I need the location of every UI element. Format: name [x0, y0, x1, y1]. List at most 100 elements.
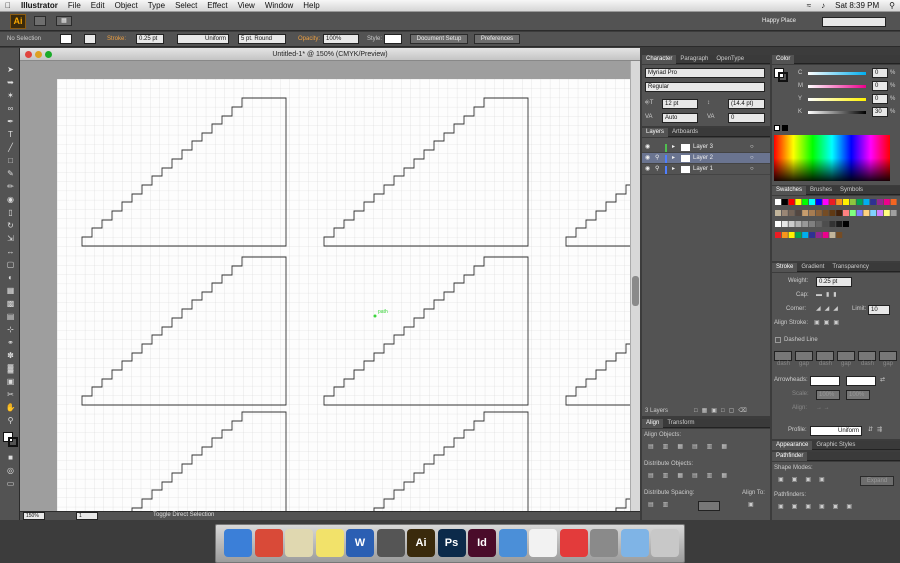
menu-type[interactable]: Type: [143, 1, 170, 10]
tab-swatches[interactable]: Swatches: [772, 186, 807, 195]
trash-icon[interactable]: [651, 529, 679, 557]
swatch[interactable]: [863, 210, 870, 216]
swatch[interactable]: [829, 221, 836, 227]
swatch[interactable]: [822, 232, 829, 238]
distribute-spacing-buttons[interactable]: ▤▥: [648, 500, 677, 510]
stroke-label[interactable]: Stroke:: [107, 34, 126, 44]
swatch[interactable]: [815, 232, 822, 238]
swatch[interactable]: [802, 221, 809, 227]
magenta-field[interactable]: 0: [872, 81, 888, 91]
tab-artboards[interactable]: Artboards: [668, 128, 702, 137]
illustrator-icon[interactable]: Ai: [407, 529, 435, 557]
lock-icon[interactable]: ⚲: [655, 153, 659, 164]
weight-field[interactable]: 0.25 pt: [816, 277, 852, 287]
hand-tool-icon[interactable]: ✋: [5, 403, 16, 412]
column-graph-icon[interactable]: ▓: [5, 364, 16, 373]
swatch[interactable]: [788, 199, 795, 205]
leading-field[interactable]: (14.4 pt): [728, 99, 765, 109]
target-circle-icon[interactable]: ○: [750, 142, 754, 153]
eyedropper-icon[interactable]: ⊹: [5, 325, 16, 334]
spotlight-icon[interactable]: ⚲: [884, 1, 900, 10]
rotate-tool-icon[interactable]: ↻: [5, 221, 16, 230]
swatch[interactable]: [890, 210, 897, 216]
font-size-field[interactable]: 12 pt: [662, 99, 698, 109]
cap-buttons[interactable]: ▬▮▮: [816, 290, 841, 300]
swatch[interactable]: [843, 199, 849, 205]
swatch[interactable]: [795, 199, 802, 205]
lasso-icon[interactable]: ∞: [5, 104, 16, 113]
volume-icon[interactable]: ♪: [816, 1, 830, 10]
swatch[interactable]: [877, 210, 883, 216]
swatch[interactable]: [775, 199, 781, 205]
profile-select[interactable]: Uniform: [810, 426, 862, 436]
swatch[interactable]: [788, 210, 795, 216]
spacing-value-field[interactable]: [698, 501, 720, 511]
presenter-icon[interactable]: [559, 529, 588, 557]
photo-booth-icon[interactable]: [376, 529, 405, 557]
layers-footer-icons[interactable]: □▦▣□▢⌫: [694, 406, 751, 416]
scroll-thumb[interactable]: [632, 276, 639, 306]
graphic-style-picker[interactable]: [384, 34, 402, 44]
swatch[interactable]: [781, 210, 788, 216]
perspective-grid-icon[interactable]: ▦: [5, 286, 16, 295]
tracking-field[interactable]: 0: [728, 113, 765, 123]
blend-tool-icon[interactable]: ⚭: [5, 338, 16, 347]
tab-character[interactable]: Character: [642, 55, 677, 64]
mesh-tool-icon[interactable]: ▩: [5, 299, 16, 308]
finder-icon[interactable]: [224, 529, 252, 557]
document-setup-button[interactable]: Document Setup: [410, 34, 468, 44]
start-scale-field[interactable]: 100%: [816, 390, 840, 400]
preview-icon[interactable]: [285, 529, 313, 557]
shape-mode-buttons[interactable]: ▣▣▣▣: [778, 475, 833, 485]
type-tool-icon[interactable]: T: [5, 130, 16, 139]
menu-effect[interactable]: Effect: [202, 1, 232, 10]
swatch[interactable]: [795, 232, 802, 238]
swatch[interactable]: [849, 210, 856, 216]
zoom-window-icon[interactable]: [45, 51, 52, 58]
tab-gradient[interactable]: Gradient: [797, 263, 828, 272]
utilities-icon[interactable]: [590, 529, 618, 557]
swatch[interactable]: [775, 221, 781, 227]
menu-select[interactable]: Select: [170, 1, 202, 10]
menu-edit[interactable]: Edit: [86, 1, 110, 10]
start-arrowhead-select[interactable]: [810, 376, 840, 386]
opacity-label[interactable]: Opacity:: [298, 34, 320, 44]
arrange-documents-icon[interactable]: ▦: [56, 16, 72, 26]
end-arrowhead-select[interactable]: [846, 376, 876, 386]
swatch-grid[interactable]: [772, 196, 900, 256]
black-slider[interactable]: [808, 111, 866, 114]
dashed-line-checkbox[interactable]: [775, 337, 781, 343]
direct-selection-icon[interactable]: ➥: [5, 78, 16, 87]
lock-icon[interactable]: ⚲: [655, 164, 659, 175]
swatch[interactable]: [809, 232, 815, 238]
fill-swatch[interactable]: [60, 34, 72, 44]
visibility-eye-icon[interactable]: ◉: [645, 153, 650, 164]
swatch[interactable]: [822, 210, 829, 216]
tab-align[interactable]: Align: [642, 419, 664, 428]
menu-help[interactable]: Help: [298, 1, 324, 10]
font-style-field[interactable]: Regular: [645, 82, 765, 92]
arrow-align-buttons[interactable]: → →: [816, 403, 830, 413]
artboard[interactable]: path: [57, 79, 630, 511]
stroke-color-icon[interactable]: [8, 437, 18, 447]
swatch[interactable]: [856, 210, 863, 216]
stroke-weight-field[interactable]: 0.25 pt: [136, 34, 164, 44]
swatch[interactable]: [836, 210, 843, 216]
kerning-field[interactable]: Auto: [662, 113, 698, 123]
swatch[interactable]: [836, 221, 843, 227]
menu-window[interactable]: Window: [260, 1, 298, 10]
swatch[interactable]: [802, 210, 809, 216]
layer-name[interactable]: Layer 3: [693, 142, 713, 153]
paintbrush-icon[interactable]: ✎: [5, 169, 16, 178]
shape-builder-icon[interactable]: ◐: [5, 273, 16, 282]
swatch[interactable]: [870, 210, 877, 216]
tab-symbols[interactable]: Symbols: [836, 186, 867, 195]
swatch[interactable]: [809, 221, 815, 227]
zoom-field[interactable]: 150%: [23, 512, 45, 520]
swatch[interactable]: [795, 210, 802, 216]
swatch[interactable]: [822, 199, 829, 205]
drawing-mode-icon[interactable]: ◎: [5, 466, 16, 475]
menu-clock[interactable]: Sat 8:39 PM: [830, 1, 884, 10]
free-transform-icon[interactable]: ▢: [5, 260, 16, 269]
tab-appearance[interactable]: Appearance: [772, 441, 813, 450]
